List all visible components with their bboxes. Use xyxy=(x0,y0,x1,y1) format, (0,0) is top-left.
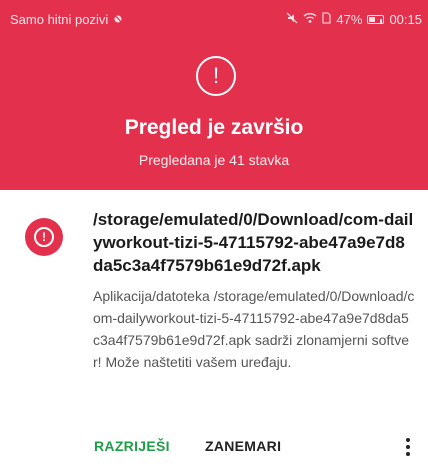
status-left: Samo hitni pozivi xyxy=(10,12,124,27)
battery-icon xyxy=(367,12,385,27)
status-bar: Samo hitni pozivi 47% 00:15 xyxy=(0,0,428,30)
bug-icon xyxy=(112,12,124,27)
threat-description: Aplikacija/datoteka /storage/emulated/0/… xyxy=(93,288,415,370)
threat-file-path: /storage/emulated/0/Download/com-dailywo… xyxy=(93,210,414,275)
clock-text: 00:15 xyxy=(389,12,422,27)
mute-icon xyxy=(286,12,298,27)
threat-card: ! /storage/emulated/0/Download/com-daily… xyxy=(0,190,428,475)
threat-warning-icon: ! xyxy=(25,218,63,256)
more-options-icon[interactable] xyxy=(398,434,418,460)
page-title: Pregled je završio xyxy=(124,116,304,139)
scan-result-header: Samo hitni pozivi 47% 00:15 ! Pregled je… xyxy=(0,0,428,190)
alert-icon: ! xyxy=(196,56,236,96)
scan-summary: Pregledana je 41 stavka xyxy=(138,152,290,168)
resolve-button[interactable]: RAZRIJEŠI xyxy=(94,438,170,454)
ignore-button[interactable]: ZANEMARI xyxy=(205,438,281,454)
sim-icon xyxy=(322,12,331,27)
threat-actions: RAZRIJEŠI ZANEMARI xyxy=(0,428,428,468)
carrier-text: Samo hitni pozivi xyxy=(10,12,109,27)
wifi-icon xyxy=(303,12,317,27)
status-right: 47% 00:15 xyxy=(286,12,422,27)
battery-percent: 47% xyxy=(336,12,363,27)
